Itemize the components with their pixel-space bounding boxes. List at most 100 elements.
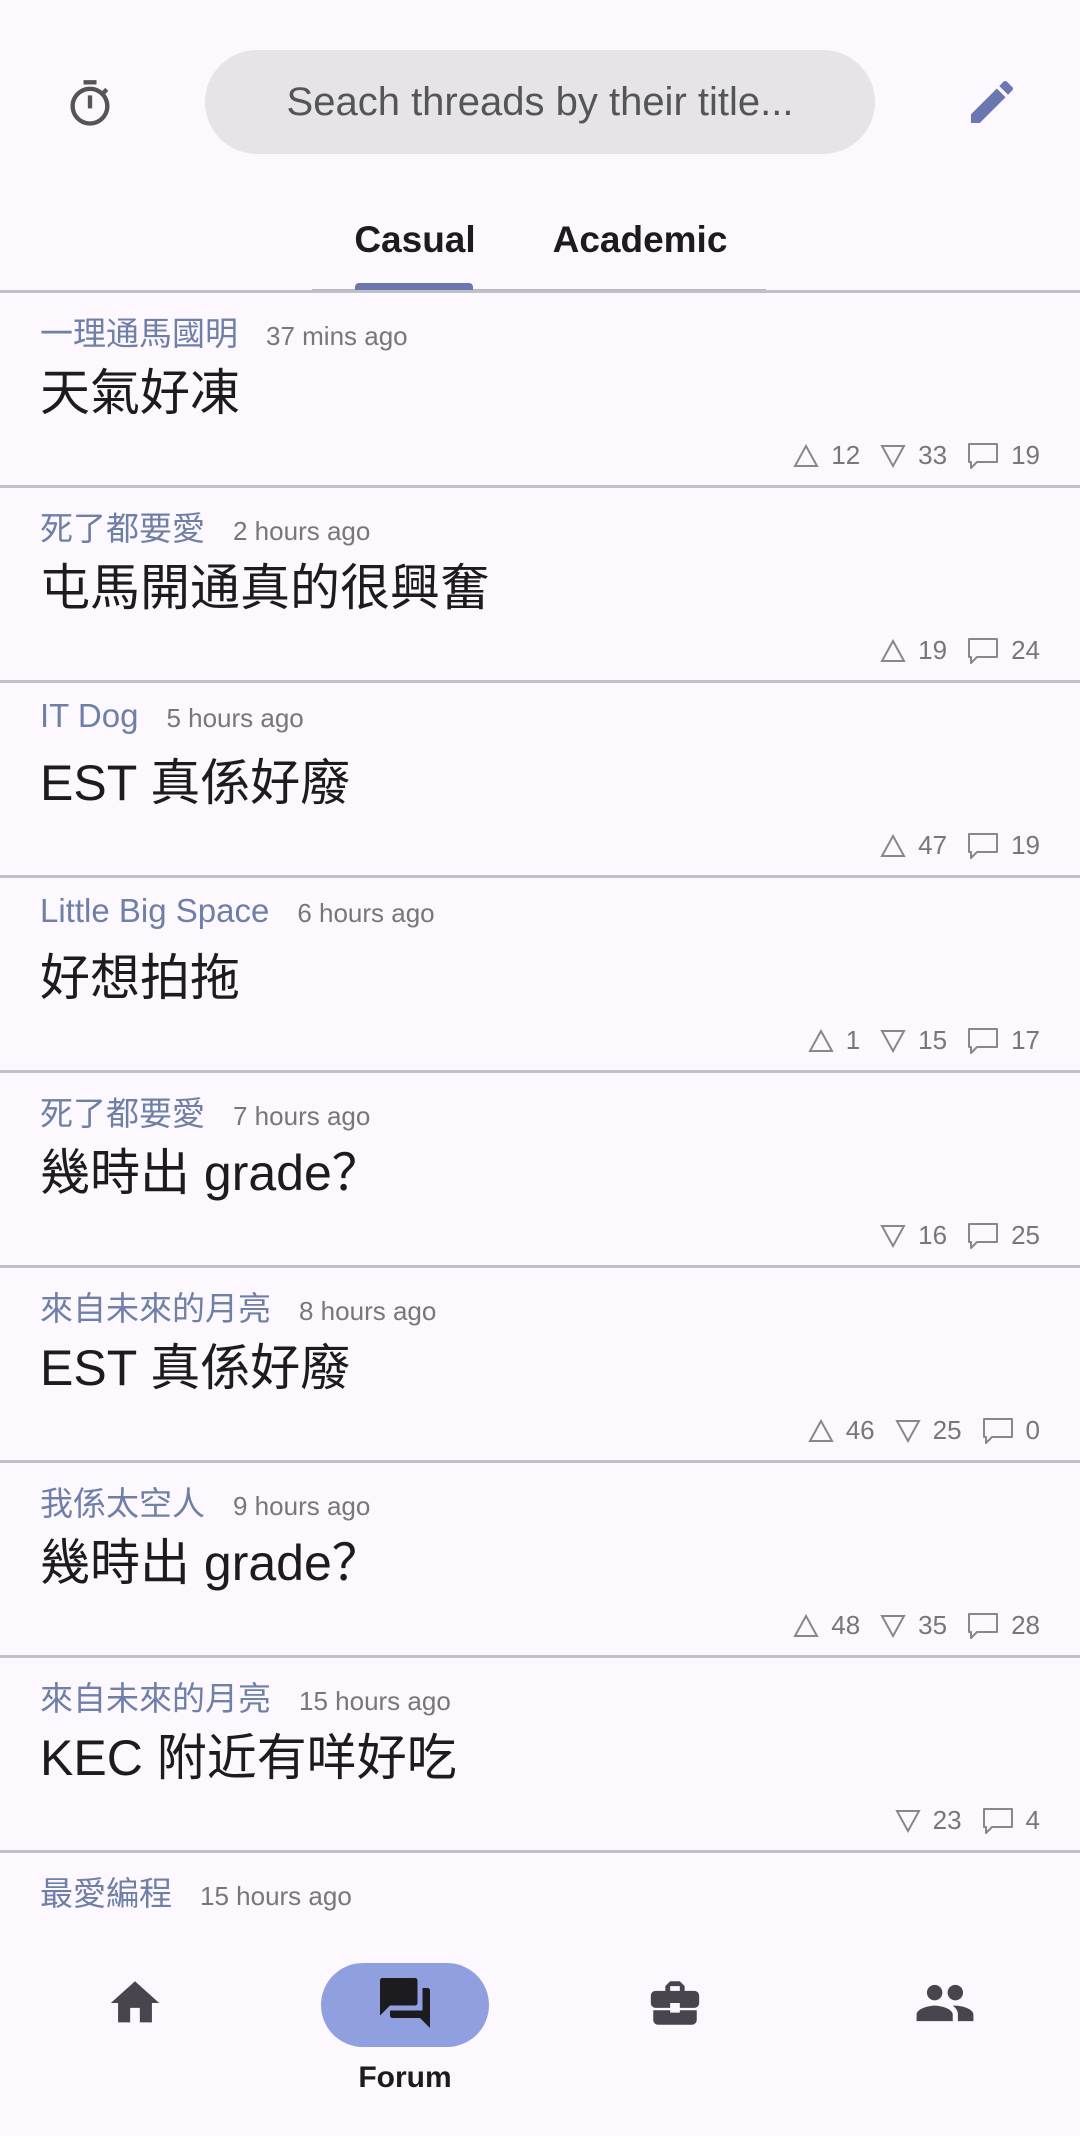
downvote-count: 23: [932, 1805, 962, 1835]
thread-time: 2 hours ago: [233, 516, 371, 546]
comment-stat[interactable]: 4: [982, 1805, 1040, 1836]
edit-pencil-icon[interactable]: [956, 66, 1028, 138]
thread-meta: 一理通馬國明 37 mins ago: [40, 307, 408, 355]
thread-title: 天氣好凍: [40, 365, 240, 421]
upvote-icon: [807, 1028, 834, 1053]
briefcase-icon: [646, 1974, 704, 2037]
tab-casual[interactable]: Casual: [354, 190, 475, 290]
thread-item[interactable]: 最愛編程 15 hours ago: [0, 1853, 1080, 1923]
comment-icon: [982, 1417, 1014, 1445]
downvote-stat[interactable]: 15: [880, 1025, 947, 1056]
thread-time: 37 mins ago: [266, 321, 408, 351]
search-input[interactable]: [205, 79, 875, 125]
thread-author[interactable]: 死了都要愛: [40, 502, 205, 550]
thread-item[interactable]: Little Big Space 6 hours ago 好想拍拖 1 15 17: [0, 878, 1080, 1073]
thread-time: 15 hours ago: [299, 1686, 451, 1716]
upvote-icon: [793, 443, 819, 468]
thread-time: 15 hours ago: [200, 1881, 352, 1911]
comment-icon: [967, 832, 999, 860]
nav-people[interactable]: [860, 1963, 1030, 2113]
thread-meta: IT Dog 5 hours ago: [40, 697, 304, 735]
thread-item[interactable]: IT Dog 5 hours ago EST 真係好廢 47 19: [0, 683, 1080, 878]
top-bar: [0, 0, 1080, 200]
search-bar[interactable]: [205, 50, 875, 154]
thread-item[interactable]: 一理通馬國明 37 mins ago 天氣好凍 12 33 19: [0, 293, 1080, 488]
thread-author[interactable]: 最愛編程: [40, 1867, 172, 1915]
thread-item[interactable]: 死了都要愛 7 hours ago 幾時出 grade？ 16 25: [0, 1073, 1080, 1268]
downvote-icon: [894, 1419, 921, 1443]
comment-stat[interactable]: 24: [967, 635, 1040, 666]
comment-stat[interactable]: 17: [967, 1025, 1040, 1056]
thread-author[interactable]: 我係太空人: [40, 1477, 205, 1525]
stopwatch-icon[interactable]: [54, 68, 126, 140]
thread-meta: 死了都要愛 2 hours ago: [40, 502, 370, 550]
thread-item[interactable]: 死了都要愛 2 hours ago 屯馬開通真的很興奮 19 24: [0, 488, 1080, 683]
downvote-count: 15: [918, 1025, 948, 1055]
nav-home[interactable]: [50, 1963, 220, 2113]
tab-bar: Casual Academic: [0, 190, 1080, 293]
home-icon: [106, 1974, 164, 2037]
thread-meta: 我係太空人 9 hours ago: [40, 1477, 370, 1525]
comment-stat[interactable]: 19: [967, 440, 1040, 471]
thread-author[interactable]: 來自未來的月亮: [40, 1672, 271, 1720]
comment-stat[interactable]: 19: [967, 830, 1040, 861]
upvote-stat[interactable]: 12: [793, 440, 860, 471]
thread-title: 幾時出 grade？: [40, 1145, 382, 1201]
downvote-stat[interactable]: 33: [880, 440, 947, 471]
upvote-count: 12: [831, 440, 861, 470]
upvote-stat[interactable]: 1: [807, 1025, 860, 1056]
thread-meta: Little Big Space 6 hours ago: [40, 892, 435, 930]
thread-title: KEC 附近有咩好吃: [40, 1730, 457, 1786]
comment-count: 19: [1011, 440, 1040, 470]
thread-item[interactable]: 我係太空人 9 hours ago 幾時出 grade？ 48 35 28: [0, 1463, 1080, 1658]
nav-forum[interactable]: Forum: [320, 1963, 490, 2113]
bottom-navigation: Forum: [0, 1923, 1080, 2136]
upvote-stat[interactable]: 19: [880, 635, 947, 666]
comment-icon: [967, 1612, 999, 1640]
thread-meta: 最愛編程 15 hours ago: [40, 1867, 352, 1915]
upvote-icon: [807, 1418, 834, 1443]
thread-stats: 19 24: [880, 635, 1040, 666]
comment-stat[interactable]: 28: [967, 1610, 1040, 1641]
people-icon: [914, 1972, 976, 2039]
thread-meta: 來自未來的月亮 8 hours ago: [40, 1282, 436, 1330]
thread-list: 一理通馬國明 37 mins ago 天氣好凍 12 33 19 死了都要愛 2 h…: [0, 293, 1080, 1923]
thread-stats: 12 33 19: [793, 440, 1040, 471]
nav-work-pill: [591, 1963, 759, 2047]
thread-item[interactable]: 來自未來的月亮 15 hours ago KEC 附近有咩好吃 23 4: [0, 1658, 1080, 1853]
nav-work[interactable]: [590, 1963, 760, 2113]
nav-people-pill: [861, 1963, 1029, 2047]
tab-academic[interactable]: Academic: [553, 190, 728, 290]
upvote-stat[interactable]: 47: [880, 830, 947, 861]
thread-stats: 46 25 0: [807, 1415, 1040, 1446]
downvote-stat[interactable]: 23: [894, 1805, 962, 1836]
comment-count: 28: [1011, 1610, 1040, 1640]
thread-meta: 死了都要愛 7 hours ago: [40, 1087, 370, 1135]
comment-count: 4: [1025, 1805, 1040, 1835]
downvote-stat[interactable]: 25: [894, 1415, 962, 1446]
thread-author[interactable]: 一理通馬國明: [40, 307, 238, 355]
downvote-count: 33: [918, 440, 948, 470]
thread-author[interactable]: Little Big Space: [40, 892, 269, 930]
comment-stat[interactable]: 0: [982, 1415, 1040, 1446]
thread-stats: 16 25: [880, 1220, 1040, 1251]
upvote-count: 46: [845, 1415, 875, 1445]
thread-item[interactable]: 來自未來的月亮 8 hours ago EST 真係好廢 46 25 0: [0, 1268, 1080, 1463]
downvote-stat[interactable]: 16: [880, 1220, 947, 1251]
thread-author[interactable]: IT Dog: [40, 697, 138, 735]
downvote-count: 25: [932, 1415, 962, 1445]
comment-icon: [967, 442, 999, 470]
thread-title: 好想拍拖: [40, 950, 240, 1006]
upvote-stat[interactable]: 46: [807, 1415, 875, 1446]
nav-forum-pill: [321, 1963, 489, 2047]
thread-stats: 1 15 17: [807, 1025, 1040, 1056]
upvote-stat[interactable]: 48: [793, 1610, 860, 1641]
thread-author[interactable]: 來自未來的月亮: [40, 1282, 271, 1330]
downvote-stat[interactable]: 35: [880, 1610, 947, 1641]
comment-stat[interactable]: 25: [967, 1220, 1040, 1251]
thread-stats: 48 35 28: [793, 1610, 1040, 1641]
downvote-icon: [880, 1224, 906, 1248]
thread-time: 5 hours ago: [166, 703, 304, 733]
thread-title: EST 真係好廢: [40, 1340, 351, 1396]
thread-author[interactable]: 死了都要愛: [40, 1087, 205, 1135]
